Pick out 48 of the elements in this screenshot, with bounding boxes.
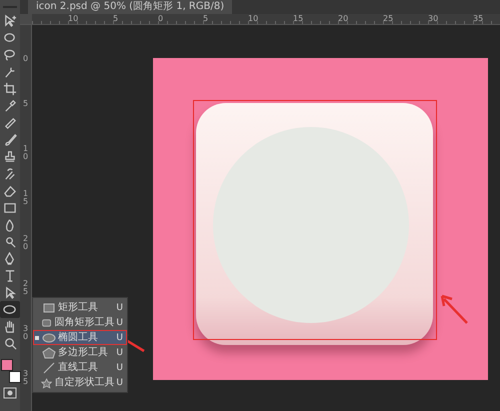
marquee-icon (3, 30, 17, 44)
menu-item[interactable]: 椭圆工具 U (33, 330, 127, 345)
brush-icon (3, 132, 17, 146)
ruler-label: 30 (22, 325, 28, 343)
ruler-label: 0 (22, 55, 28, 65)
ellipse-tool-button[interactable] (0, 301, 20, 318)
menu-item[interactable]: 矩形工具 U (33, 300, 127, 315)
ruler-label: 25 (383, 14, 394, 24)
quick-mask-icon[interactable] (3, 386, 17, 398)
ruler-label: 0 (158, 14, 164, 24)
foreground-color-swatch[interactable] (1, 359, 13, 371)
ruler-label: 30 (428, 14, 440, 24)
crop-icon (3, 82, 17, 96)
lasso-icon (3, 48, 17, 62)
custom-shape-icon (41, 376, 52, 388)
menu-item[interactable]: 圆角矩形工具 U (33, 315, 127, 330)
ruler-label: 10 (22, 145, 28, 163)
pen-icon (3, 252, 17, 266)
document-tab[interactable]: icon 2.psd @ 50% (圆角矩形 1, RGB/8) (28, 0, 232, 14)
hand-icon (3, 320, 17, 334)
eyedropper-icon (3, 98, 17, 112)
ruler-label: 25 (22, 280, 28, 298)
ruler-label: 15 (293, 14, 304, 24)
roundrect-shape-icon (41, 316, 52, 328)
rect-shape-icon (42, 302, 56, 314)
arrow-icon (3, 286, 17, 300)
ruler-label: 5 (22, 100, 28, 110)
stamp-icon (3, 150, 17, 164)
ruler-label: 20 (22, 235, 28, 253)
arrow-annotation (439, 293, 469, 325)
ruler-label: 5 (113, 14, 120, 24)
ruler-label: 35 (22, 370, 28, 388)
type-icon (3, 268, 17, 282)
ruler-label: 20 (338, 14, 350, 24)
ruler-label: 10 (248, 14, 260, 24)
zoom-icon (3, 336, 17, 350)
ruler-label: 35 (473, 14, 484, 24)
ruler-label: 15 (22, 190, 28, 208)
menu-item[interactable]: 自定形状工具 U (33, 375, 127, 390)
background-color-swatch[interactable] (9, 371, 21, 383)
ruler-label: 5 (203, 14, 210, 24)
ellipse-shape-icon (42, 332, 56, 344)
line-shape-icon (42, 362, 56, 374)
ruler-label: 10 (68, 14, 80, 24)
move-icon (3, 14, 17, 28)
wand-icon (3, 64, 17, 78)
menu-item[interactable]: 多边形工具 U (33, 345, 127, 360)
menu-item[interactable]: 直线工具 U (33, 360, 127, 375)
